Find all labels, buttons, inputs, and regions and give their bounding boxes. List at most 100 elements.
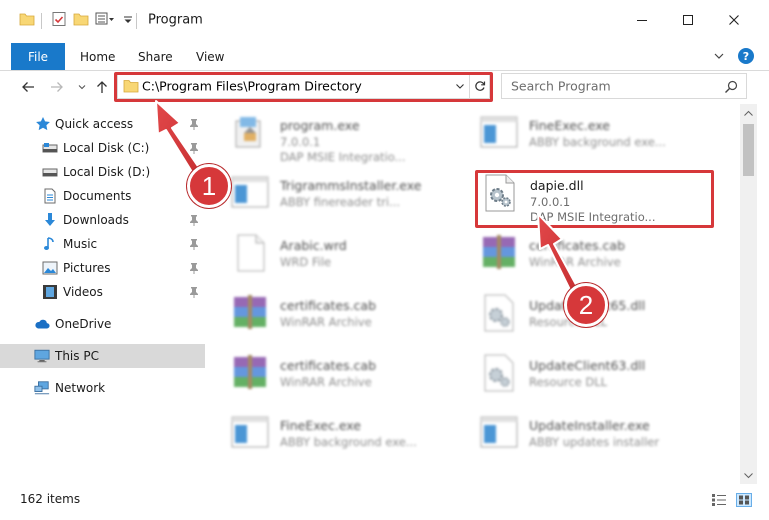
scroll-up-arrow-icon[interactable] <box>740 104 757 121</box>
search-box[interactable]: Search Program <box>501 73 747 99</box>
expand-ribbon-chevron-icon[interactable] <box>712 49 726 63</box>
callout-step-2: 2 <box>564 283 608 327</box>
nav-item-local-disk-d[interactable]: Local Disk (D:) <box>0 160 205 184</box>
window-bottom-edge <box>0 510 769 520</box>
nav-label: Local Disk (D:) <box>63 165 151 179</box>
folder-icon <box>19 11 35 31</box>
title-separator <box>136 13 137 29</box>
file-item-certificates-cab[interactable]: certificates.cab WinRAR Archive <box>230 353 470 413</box>
nav-item-onedrive[interactable]: OneDrive <box>0 312 205 336</box>
qa-dropdown-chevron-icon[interactable] <box>123 11 133 31</box>
network-icon <box>34 380 50 396</box>
file-item-updateclient63-dll[interactable]: UpdateClient63.dll Resource DLL <box>479 353 719 413</box>
file-name: UpdateInstaller.exe <box>529 418 650 433</box>
nav-item-this-pc[interactable]: This PC <box>0 344 205 368</box>
file-description: DAP MSIE Integratio... <box>280 150 406 164</box>
dll-gear-icon <box>479 353 519 393</box>
item-count: 162 items <box>20 492 81 506</box>
file-item-arabic-wrd[interactable]: Arabic.wrd WRD File <box>230 233 470 293</box>
file-item-trigrammsinstaller-exe[interactable]: TrigrammsInstaller.exe ABBY finereader t… <box>230 173 470 233</box>
maximize-button[interactable] <box>665 0 711 40</box>
drive-icon <box>42 164 58 180</box>
nav-item-network[interactable]: Network <box>0 376 205 400</box>
file-item-program-exe[interactable]: program.exe 7.0.0.1 DAP MSIE Integratio.… <box>230 113 470 173</box>
pin-icon[interactable] <box>189 142 199 157</box>
file-type: WinRAR Archive <box>529 255 621 269</box>
nav-label: Pictures <box>63 261 111 275</box>
cloud-icon <box>34 316 50 332</box>
address-highlight-box <box>114 72 493 102</box>
nav-item-pictures[interactable]: Pictures <box>0 256 205 280</box>
file-list: program.exe 7.0.0.1 DAP MSIE Integratio.… <box>205 104 740 482</box>
tab-view[interactable]: View <box>196 43 224 70</box>
scrollbar-thumb[interactable] <box>743 124 754 176</box>
scroll-down-arrow-icon[interactable] <box>740 467 757 484</box>
back-arrow-icon[interactable] <box>19 78 37 96</box>
recent-locations-chevron-icon[interactable] <box>73 78 91 96</box>
window-title: Program <box>148 12 203 28</box>
download-icon <box>42 212 58 228</box>
computer-icon <box>34 348 50 364</box>
winrar-icon <box>230 293 270 333</box>
nav-item-local-disk-c[interactable]: Local Disk (C:) <box>0 136 205 160</box>
exe-icon <box>230 113 270 153</box>
nav-label: Documents <box>63 189 132 203</box>
properties-checkmark-icon[interactable] <box>51 11 67 31</box>
music-icon <box>42 236 58 252</box>
file-name: certificates.cab <box>280 298 377 313</box>
file-description: ABBY finereader tri... <box>280 195 401 209</box>
dll-gear-icon <box>479 293 519 333</box>
file-type: Resource DLL <box>529 375 608 389</box>
nav-item-quick-access[interactable]: Quick access <box>0 112 205 136</box>
winrar-icon <box>230 353 270 393</box>
nav-label: Quick access <box>55 117 134 131</box>
pin-icon[interactable] <box>189 214 199 229</box>
nav-item-videos[interactable]: Videos <box>0 280 205 304</box>
file-description: ABBY background exe... <box>280 435 417 449</box>
file-type: WinRAR Archive <box>280 315 372 329</box>
file-name: program.exe <box>280 118 360 133</box>
app-window-icon <box>479 113 519 153</box>
search-icon[interactable] <box>724 80 738 97</box>
star-icon <box>35 116 51 132</box>
tab-file[interactable]: File <box>11 43 65 70</box>
tab-home[interactable]: Home <box>80 43 115 70</box>
pin-icon[interactable] <box>189 238 199 253</box>
new-folder-icon[interactable] <box>73 11 89 31</box>
file-name: Arabic.wrd <box>280 238 347 253</box>
details-view-icon[interactable] <box>711 493 727 507</box>
pin-icon[interactable] <box>189 286 199 301</box>
file-item-fineexec-exe[interactable]: FineExec.exe ABBY background exe... <box>230 413 470 473</box>
nav-label: Videos <box>63 285 103 299</box>
file-version: 7.0.0.1 <box>280 135 321 149</box>
large-icons-view-icon[interactable] <box>736 493 752 507</box>
forward-arrow-icon[interactable] <box>48 78 66 96</box>
help-icon[interactable]: ? <box>738 48 754 64</box>
pin-icon[interactable] <box>189 262 199 277</box>
file-name: FineExec.exe <box>529 118 610 133</box>
minimize-button[interactable] <box>619 0 665 40</box>
pin-icon[interactable] <box>189 118 199 133</box>
ribbon-tabs: File Home Share View ? <box>0 43 769 71</box>
blank-file-icon <box>230 233 270 273</box>
up-arrow-icon[interactable] <box>93 78 111 96</box>
file-item-certificates-cab[interactable]: certificates.cab WinRAR Archive <box>230 293 470 353</box>
file-name: FineExec.exe <box>280 418 361 433</box>
file-item-fineexec-exe[interactable]: FineExec.exe ABBY background exe... <box>479 113 719 173</box>
search-input[interactable]: Search Program <box>511 79 611 94</box>
nav-item-documents[interactable]: Documents <box>0 184 205 208</box>
qa-separator <box>41 13 42 29</box>
nav-item-downloads[interactable]: Downloads <box>0 208 205 232</box>
tab-share[interactable]: Share <box>138 43 173 70</box>
vertical-scrollbar[interactable] <box>740 104 757 484</box>
videos-icon <box>42 284 58 300</box>
file-item-certificates-cab[interactable]: certificates.cab WinRAR Archive <box>479 233 719 293</box>
winrar-icon <box>479 233 519 273</box>
file-item-updateinstaller-exe[interactable]: UpdateInstaller.exe ABBY updates install… <box>479 413 719 473</box>
navigation-pane: Quick access Local Disk (C:) Local Disk … <box>0 104 205 484</box>
close-button[interactable] <box>711 0 757 40</box>
customize-view-icon[interactable] <box>95 11 115 31</box>
nav-label: Music <box>63 237 98 251</box>
callout-step-1: 1 <box>187 164 231 208</box>
nav-item-music[interactable]: Music <box>0 232 205 256</box>
